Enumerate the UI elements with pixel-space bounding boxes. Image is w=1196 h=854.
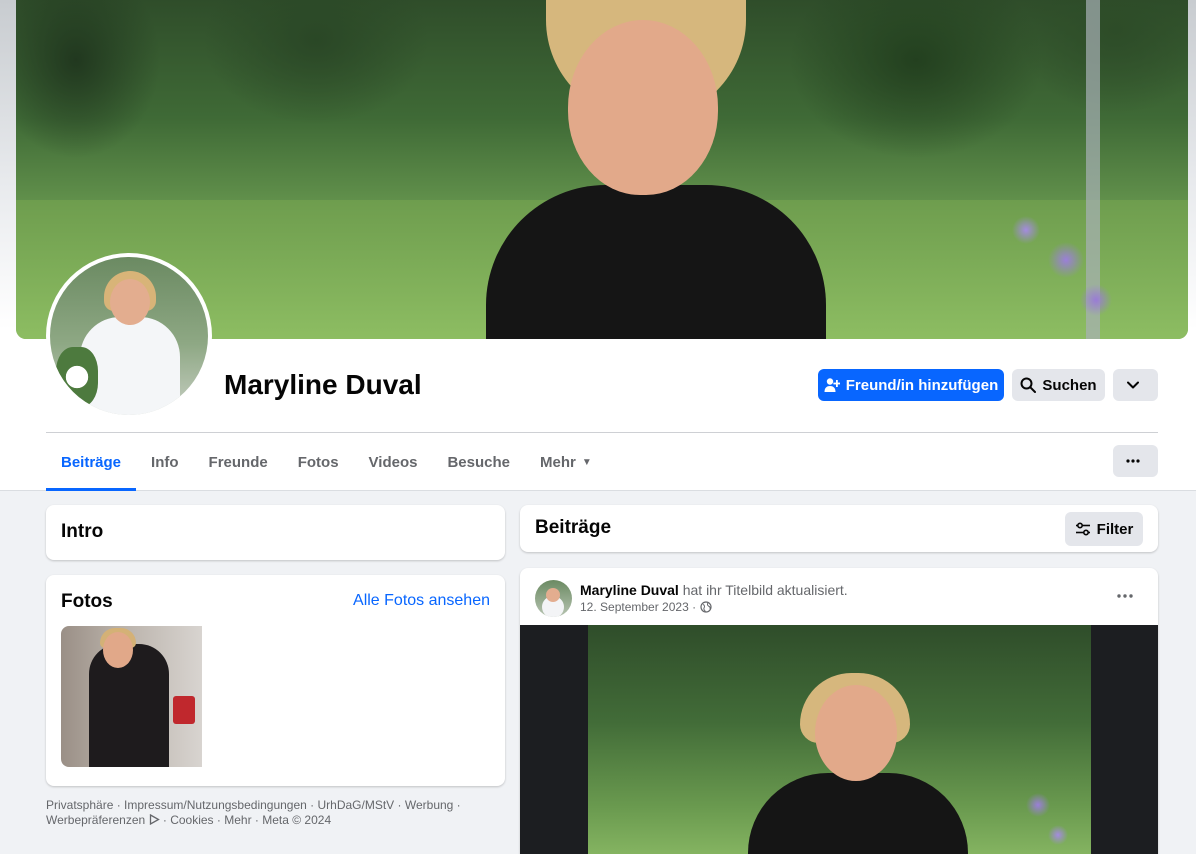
search-icon (1020, 377, 1037, 393)
footer-link-ads[interactable]: Werbung (405, 798, 453, 812)
footer-link-urhdag[interactable]: UrhDaG/MStV (318, 798, 395, 812)
post-date[interactable]: 12. September 2023 (580, 600, 689, 614)
footer-copyright: Meta © 2024 (262, 813, 332, 827)
tab-info[interactable]: Info (136, 433, 194, 491)
see-all-photos-link[interactable]: Alle Fotos ansehen (353, 592, 490, 610)
profile-header: Maryline Duval Freund/in hinzufügen Such… (0, 0, 1196, 491)
adchoices-icon (149, 813, 160, 826)
more-dots-icon (1125, 459, 1140, 463)
tab-posts[interactable]: Beiträge (46, 433, 137, 491)
profile-picture[interactable] (50, 257, 208, 415)
search-label: Suchen (1042, 376, 1097, 394)
more-dots-icon (1117, 594, 1133, 598)
footer-link-imprint[interactable]: Impressum/Nutzungsbedingungen (124, 798, 307, 812)
intro-card: Intro (46, 505, 505, 560)
post-card: Maryline Duval hat ihr Titelbild aktuali… (520, 568, 1158, 854)
post-header-line: Maryline Duval hat ihr Titelbild aktuali… (580, 582, 848, 598)
tab-more[interactable]: Mehr ▼ (525, 433, 607, 491)
post-author-avatar[interactable] (535, 580, 572, 617)
profile-name: Maryline Duval (224, 369, 422, 400)
filter-icon (1075, 522, 1090, 536)
filter-button[interactable]: Filter (1065, 512, 1143, 546)
post-meta: 12. September 2023 · (580, 600, 712, 614)
cover-person (486, 0, 826, 339)
more-options-button[interactable] (1113, 445, 1158, 477)
profile-tabs: Beiträge Info Freunde Fotos Videos Besuc… (46, 433, 607, 491)
footer-link-more[interactable]: Mehr (224, 813, 251, 827)
post-author-name[interactable]: Maryline Duval (580, 582, 679, 598)
globe-icon (700, 601, 712, 613)
search-button[interactable]: Suchen (1012, 369, 1105, 401)
page-footer: Privatsphäre · Impressum/Nutzungsbedingu… (46, 798, 461, 827)
post-image[interactable] (588, 625, 1091, 854)
photos-card: Fotos Alle Fotos ansehen (46, 575, 505, 786)
tab-friends[interactable]: Freunde (194, 433, 283, 491)
posts-header-card: Beiträge Filter (520, 505, 1158, 552)
tab-videos[interactable]: Videos (354, 433, 433, 491)
tab-photos[interactable]: Fotos (283, 433, 354, 491)
tab-checkins[interactable]: Besuche (432, 433, 525, 491)
photo-thumbnail[interactable] (61, 626, 202, 767)
profile-options-button[interactable] (1113, 369, 1158, 401)
caret-down-icon: ▼ (581, 456, 592, 468)
post-options-button[interactable] (1107, 584, 1143, 608)
intro-title: Intro (61, 521, 104, 542)
photos-title: Fotos (61, 591, 113, 612)
posts-title: Beiträge (535, 517, 612, 538)
add-friend-icon (824, 378, 840, 392)
footer-link-cookies[interactable]: Cookies (170, 813, 213, 827)
post-action-text: hat ihr Titelbild aktualisiert. (682, 582, 848, 598)
add-friend-label: Freund/in hinzufügen (845, 376, 999, 394)
footer-link-ad-preferences[interactable]: Werbepräferenzen (46, 813, 145, 827)
post-media (520, 625, 1158, 854)
chevron-down-icon (1126, 381, 1139, 389)
footer-link-privacy[interactable]: Privatsphäre (46, 798, 113, 812)
add-friend-button[interactable]: Freund/in hinzufügen (818, 369, 1004, 401)
cover-flowers (946, 40, 1166, 339)
filter-label: Filter (1096, 520, 1134, 538)
